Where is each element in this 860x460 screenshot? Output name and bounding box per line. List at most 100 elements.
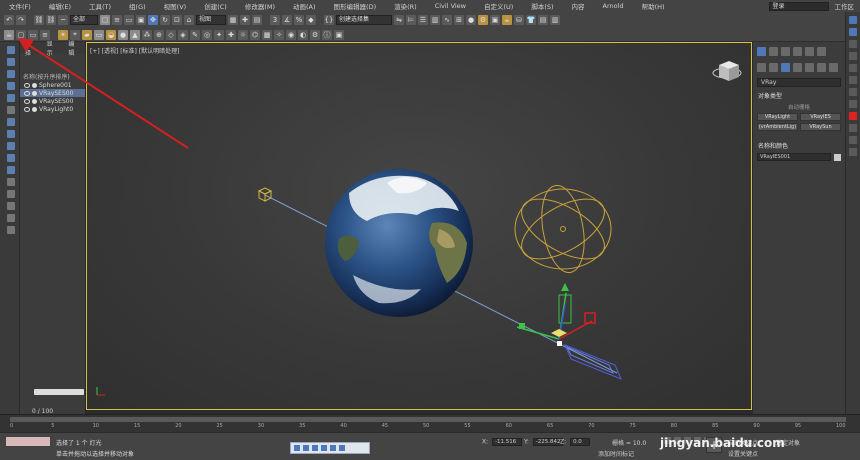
display-tab-icon[interactable] — [805, 47, 814, 56]
window-crossing-icon[interactable]: ▣ — [136, 15, 146, 25]
omni-light-gizmo[interactable] — [512, 182, 614, 276]
snap-toggle-icon[interactable]: 3 — [270, 15, 280, 25]
cameras-icon[interactable] — [793, 63, 802, 72]
modify-tab-icon[interactable] — [769, 47, 778, 56]
select-by-name-icon[interactable]: ≡ — [112, 15, 122, 25]
axis-icon[interactable] — [849, 40, 857, 48]
toggle-ribbon-icon[interactable]: ▥ — [430, 15, 440, 25]
menu-view[interactable]: 视图(V) — [155, 1, 196, 11]
wave-icon[interactable] — [849, 148, 857, 156]
select-rotate-icon[interactable]: ↻ — [160, 15, 170, 25]
angle-snap-icon[interactable]: ∡ — [282, 15, 292, 25]
hierarchy-tab-icon[interactable] — [781, 47, 790, 56]
bind-space-warp-icon[interactable]: ~ — [58, 15, 68, 25]
mini-tool-icon[interactable] — [312, 445, 318, 451]
select-object-icon[interactable]: ▢ — [100, 15, 110, 25]
vraylight-button[interactable]: VRayLight — [757, 113, 798, 121]
menu-customize[interactable]: 自定义(U) — [475, 1, 522, 11]
light-target-box[interactable] — [257, 187, 273, 202]
all-filter-icon[interactable] — [7, 202, 15, 210]
vray-aerial-icon[interactable]: ⌬ — [250, 29, 260, 40]
time-slider-track[interactable] — [10, 417, 846, 422]
palette-icon[interactable] — [849, 100, 857, 108]
material-editor-icon[interactable]: ● — [466, 15, 476, 25]
y-value-field[interactable]: -225.842 — [532, 438, 563, 446]
vray-swatch-icon[interactable]: ▣ — [334, 29, 344, 40]
pointer-icon[interactable] — [849, 16, 857, 24]
redo-icon[interactable]: ↷ — [16, 15, 26, 25]
mirror-icon[interactable]: ⇋ — [394, 15, 404, 25]
shapes-icon[interactable] — [769, 63, 778, 72]
spinner-snap-icon[interactable]: ◆ — [306, 15, 316, 25]
vray-frame-icon[interactable]: ▤ — [538, 15, 548, 25]
vray-enmesh-icon[interactable]: ✚ — [226, 29, 236, 40]
render-setup-icon[interactable]: ⚙ — [478, 15, 488, 25]
frozen-filter-icon[interactable] — [7, 178, 15, 186]
place-icon[interactable]: ⌂ — [184, 15, 194, 25]
spacewarps-icon[interactable] — [817, 63, 826, 72]
vray-decal-icon[interactable]: ◎ — [202, 29, 212, 40]
edit-named-sets-icon[interactable]: {} — [324, 15, 334, 25]
schematic-view-icon[interactable]: ⊞ — [454, 15, 464, 25]
auto-grid-checkbox[interactable]: 自动栅格 — [753, 103, 845, 111]
viewcube-icon[interactable] — [712, 61, 742, 81]
grid-icon[interactable] — [849, 52, 857, 60]
object-type-rollout[interactable]: 对象类型 — [756, 91, 842, 100]
menu-file[interactable]: 文件(F) — [0, 1, 40, 11]
unlink-icon[interactable]: ⛓ — [46, 15, 56, 25]
menu-animation[interactable]: 动画(A) — [284, 1, 325, 11]
rendered-frame-icon[interactable]: ▣ — [490, 15, 500, 25]
brush-icon[interactable] — [849, 28, 857, 36]
z-value-field[interactable]: 0.0 — [570, 438, 591, 446]
vray-scatter-icon[interactable]: ✦ — [214, 29, 224, 40]
object-color-swatch[interactable] — [834, 153, 841, 161]
red-swatch-icon[interactable] — [849, 112, 857, 120]
layer-explorer-icon[interactable]: ☰ — [418, 15, 428, 25]
percent-snap-icon[interactable]: % — [294, 15, 304, 25]
horizontal-scrollbar[interactable] — [34, 389, 84, 395]
motion-tab-icon[interactable] — [793, 47, 802, 56]
vray-globe-icon[interactable]: ◐ — [298, 29, 308, 40]
find-icon[interactable] — [7, 226, 15, 234]
cube-icon[interactable] — [849, 64, 857, 72]
vray-render-icon[interactable]: ▥ — [550, 15, 560, 25]
vray-volume-icon[interactable]: ▩ — [262, 29, 272, 40]
move-transform-gizmo[interactable] — [516, 283, 622, 380]
pivot-icon[interactable]: ▦ — [228, 15, 238, 25]
time-slider[interactable]: 0 5 10 15 20 25 30 35 40 45 50 55 60 65 70 75 80 85 90 95 10… — [0, 414, 860, 432]
floating-mini-toolbar[interactable] — [290, 442, 370, 454]
vray-settings-icon[interactable]: ⚙ — [310, 29, 320, 40]
text-icon[interactable] — [849, 76, 857, 84]
create-tab-icon[interactable] — [757, 47, 766, 56]
selection-filter-select[interactable]: 全部 — [70, 15, 98, 25]
mini-tool-icon[interactable] — [339, 445, 345, 451]
curve-editor-icon[interactable]: ∿ — [442, 15, 452, 25]
rect-selection-icon[interactable]: ▭ — [124, 15, 134, 25]
utilities-tab-icon[interactable] — [817, 47, 826, 56]
login-dropdown[interactable]: 登录 — [768, 1, 829, 11]
maxscript-listener-box[interactable] — [6, 437, 50, 446]
reference-coord-select[interactable]: 视图 — [196, 15, 226, 25]
menu-arnold[interactable]: Arnold — [594, 2, 633, 10]
dots-icon[interactable] — [849, 136, 857, 144]
menu-create[interactable]: 创建(C) — [195, 1, 236, 11]
menu-graph-editors[interactable]: 图形编辑器(D) — [325, 1, 386, 11]
hidden-filter-icon[interactable] — [7, 190, 15, 198]
mini-tool-icon[interactable] — [303, 445, 309, 451]
align-icon[interactable]: ⊨ — [406, 15, 416, 25]
paint-icon[interactable] — [849, 88, 857, 96]
menu-help[interactable]: 帮助(H) — [633, 1, 674, 11]
filter-funnel-icon[interactable] — [7, 214, 15, 222]
menu-modifiers[interactable]: 修改器(M) — [236, 1, 284, 11]
menu-rendering[interactable]: 渲染(R) — [385, 1, 426, 11]
menu-civil-view[interactable]: Civil View — [426, 2, 475, 10]
menu-scripting[interactable]: 脚本(S) — [522, 1, 562, 11]
vray-material-icon[interactable]: ◉ — [286, 29, 296, 40]
keyboard-shortcut-icon[interactable]: ▤ — [252, 15, 262, 25]
vrayambient-button[interactable]: (vrAmbientLig) — [757, 123, 798, 131]
name-color-rollout[interactable]: 名称和颜色 — [756, 141, 842, 150]
render-iterative-icon[interactable]: ⛁ — [514, 15, 524, 25]
mini-tool-icon[interactable] — [294, 445, 300, 451]
category-dropdown[interactable]: VRay — [757, 78, 841, 87]
earth-sphere[interactable] — [325, 169, 473, 317]
